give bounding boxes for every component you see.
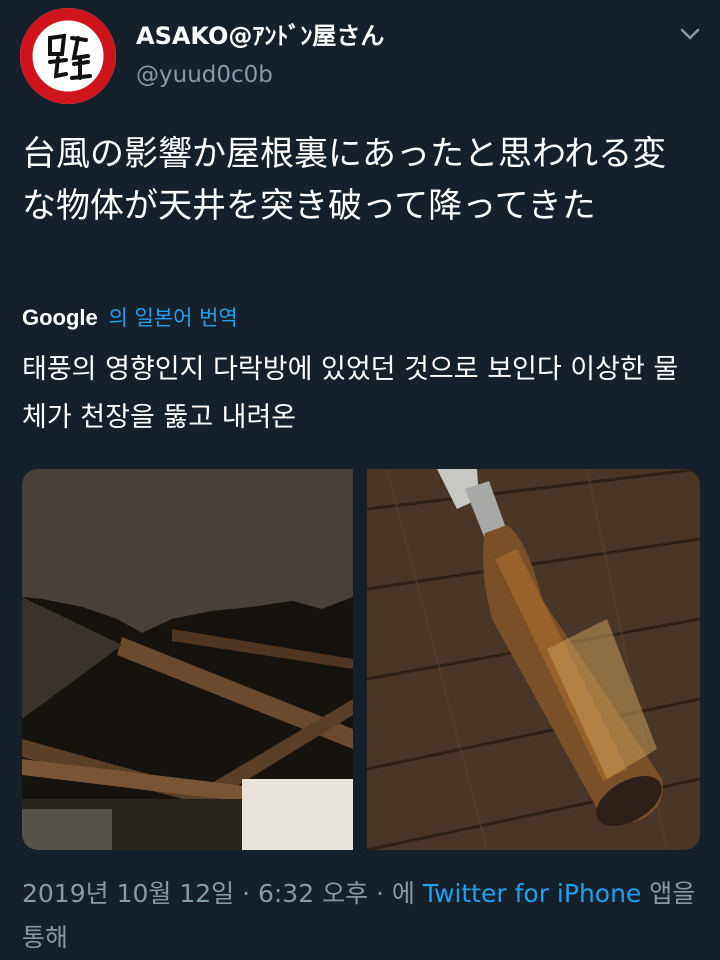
user-handle[interactable]: @yuud0c0b (136, 62, 273, 88)
avatar[interactable] (20, 8, 116, 104)
translation-attribution[interactable]: Google 의 일본어 번역 (22, 302, 238, 332)
chevron-down-icon[interactable] (676, 22, 704, 46)
user-display-name[interactable]: ASAKO@ｱﾝﾄﾞﾝ屋さん (136, 16, 384, 51)
tweet-meta: 2019년 10월 12일 · 6:32 오후 · 에 Twitter for … (22, 872, 712, 960)
tweet-text: 台風の影響か屋根裏にあったと思われる変な物体が天井を突き破って降ってきた (22, 134, 667, 226)
translation-label[interactable]: 의 일본어 번역 (108, 306, 237, 330)
google-logo: Google (22, 305, 98, 330)
tweet-photo-object[interactable] (367, 469, 700, 850)
tweet-photo-ceiling[interactable] (22, 469, 353, 850)
source-link[interactable]: Twitter for iPhone (423, 879, 641, 908)
timestamp: 2019년 10월 12일 · 6:32 오후 · 에 (22, 879, 423, 908)
translated-text: 태풍의 영향인지 다락방에 있었던 것으로 보인다 이상한 물체가 천장을 뚫고… (22, 354, 679, 433)
